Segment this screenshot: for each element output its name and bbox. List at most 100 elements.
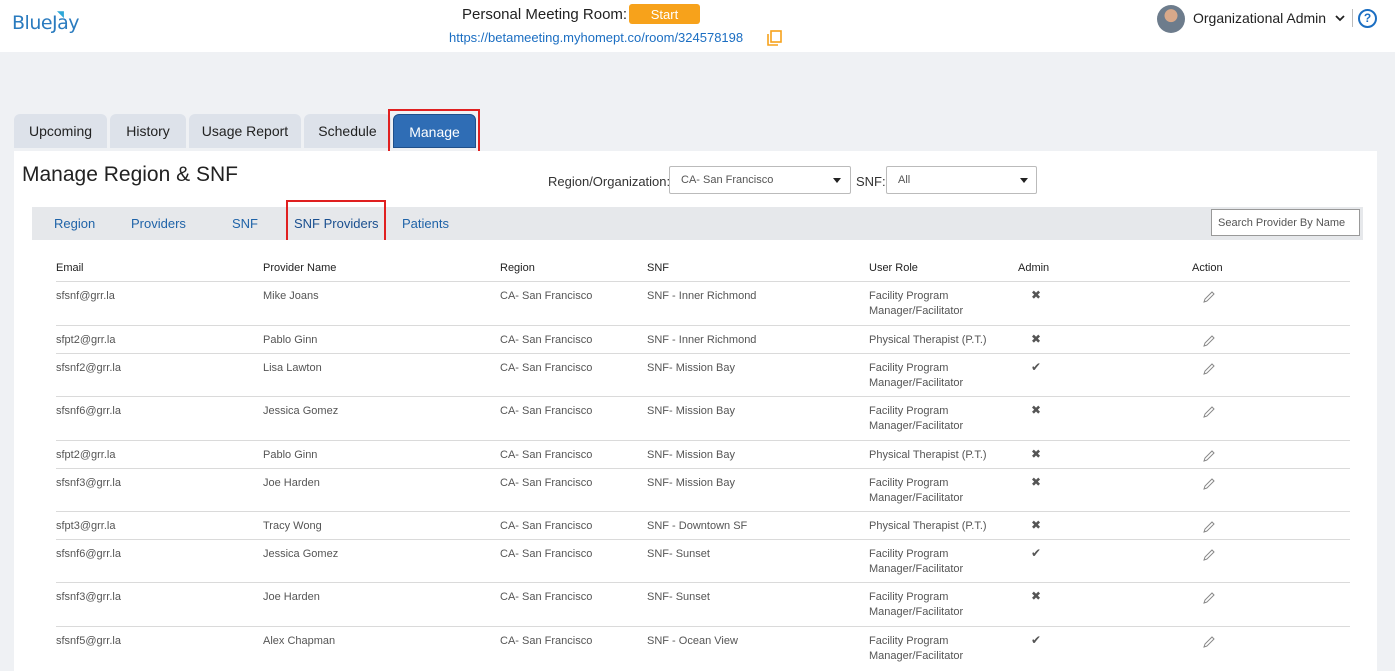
subtab-providers[interactable]: Providers: [131, 216, 186, 231]
admin-cross-icon: ✖: [1030, 589, 1042, 603]
region-cell: CA- San Francisco: [500, 635, 593, 647]
column-header-action: Action: [1192, 262, 1223, 274]
admin-cross-icon: ✖: [1030, 518, 1042, 532]
region-cell: CA- San Francisco: [500, 405, 593, 417]
user-role-cell: Facility Program: [869, 290, 949, 302]
provider-name-cell: Jessica Gomez: [263, 405, 339, 417]
email-cell: sfsnf3@grr.la: [56, 477, 121, 489]
user-role-cell: Facility Program: [869, 477, 949, 489]
user-role-cell: Physical Therapist (P.T.): [869, 449, 987, 461]
column-header-region[interactable]: Region: [500, 262, 535, 274]
admin-check-icon: ✔: [1030, 633, 1042, 647]
subtab-region[interactable]: Region: [54, 216, 95, 231]
snf-cell: SNF- Sunset: [647, 591, 710, 603]
user-role-cell: Facility Program: [869, 635, 949, 647]
admin-cross-icon: ✖: [1030, 288, 1042, 302]
snf-cell: SNF - Downtown SF: [647, 520, 748, 532]
user-role-cell: Facility Program: [869, 405, 949, 417]
tab-upcoming[interactable]: Upcoming: [14, 114, 107, 148]
edit-pencil-icon[interactable]: [1202, 477, 1216, 491]
user-role-cell: Physical Therapist (P.T.): [869, 334, 987, 346]
provider-name-cell: Lisa Lawton: [263, 362, 322, 374]
user-role-cell: Manager/Facilitator: [869, 377, 964, 389]
column-header-provider-name[interactable]: Provider Name: [263, 262, 336, 274]
admin-cross-icon: ✖: [1030, 332, 1042, 346]
copy-icon[interactable]: [767, 30, 782, 46]
email-cell: sfpt3@grr.la: [56, 520, 116, 532]
admin-cross-icon: ✖: [1030, 447, 1042, 461]
edit-pencil-icon[interactable]: [1202, 449, 1216, 463]
edit-pencil-icon[interactable]: [1202, 334, 1216, 348]
snf-cell: SNF- Mission Bay: [647, 449, 736, 461]
provider-name-cell: Joe Harden: [263, 477, 320, 489]
user-role-cell: Facility Program: [869, 548, 949, 560]
user-role-cell: Manager/Facilitator: [869, 606, 964, 618]
email-cell: sfsnf2@grr.la: [56, 362, 121, 374]
personal-meeting-room-label: Personal Meeting Room:: [462, 6, 628, 23]
user-role-cell: Manager/Facilitator: [869, 492, 964, 504]
column-header-email[interactable]: Email: [56, 262, 84, 274]
edit-pencil-icon[interactable]: [1202, 548, 1216, 562]
region-cell: CA- San Francisco: [500, 591, 593, 603]
edit-pencil-icon[interactable]: [1202, 290, 1216, 304]
region-cell: CA- San Francisco: [500, 520, 593, 532]
email-cell: sfsnf6@grr.la: [56, 548, 121, 560]
snf-select[interactable]: All: [886, 166, 1037, 194]
email-cell: sfsnf3@grr.la: [56, 591, 121, 603]
email-cell: sfsnf5@grr.la: [56, 635, 121, 647]
edit-pencil-icon[interactable]: [1202, 405, 1216, 419]
provider-name-cell: Jessica Gomez: [263, 548, 339, 560]
start-meeting-button[interactable]: Start: [629, 4, 700, 24]
region-filter-label: Region/Organization:: [548, 174, 671, 189]
top-header: BlueJay ◥ Personal Meeting Room: Start ht…: [0, 0, 1395, 52]
highlight-box-manage: [388, 109, 480, 154]
edit-pencil-icon[interactable]: [1202, 520, 1216, 534]
caret-down-icon: [833, 178, 841, 183]
admin-cross-icon: ✖: [1030, 475, 1042, 489]
subtab-patients[interactable]: Patients: [402, 216, 449, 231]
email-cell: sfsnf6@grr.la: [56, 405, 121, 417]
bird-icon: ◥: [57, 10, 64, 20]
user-role-cell: Physical Therapist (P.T.): [869, 520, 987, 532]
snf-cell: SNF- Mission Bay: [647, 477, 736, 489]
user-role-cell: Facility Program: [869, 591, 949, 603]
tab-history[interactable]: History: [110, 114, 186, 148]
provider-name-cell: Mike Joans: [263, 290, 319, 302]
provider-name-cell: Joe Harden: [263, 591, 320, 603]
snf-filter-label: SNF:: [856, 174, 886, 189]
caret-down-icon: [1020, 178, 1028, 183]
user-avatar[interactable]: [1157, 5, 1185, 33]
user-role-cell: Manager/Facilitator: [869, 563, 964, 575]
edit-pencil-icon[interactable]: [1202, 591, 1216, 605]
region-cell: CA- San Francisco: [500, 334, 593, 346]
tab-usage-report[interactable]: Usage Report: [189, 114, 301, 148]
provider-name-cell: Alex Chapman: [263, 635, 336, 647]
page-title: Manage Region & SNF: [22, 163, 238, 186]
header-divider: [1352, 9, 1353, 27]
column-header-admin[interactable]: Admin: [1018, 262, 1049, 274]
admin-cross-icon: ✖: [1030, 403, 1042, 417]
region-cell: CA- San Francisco: [500, 449, 593, 461]
bluejay-logo[interactable]: BlueJay ◥: [12, 10, 80, 35]
snf-cell: SNF- Sunset: [647, 548, 710, 560]
region-cell: CA- San Francisco: [500, 290, 593, 302]
edit-pencil-icon[interactable]: [1202, 362, 1216, 376]
snf-cell: SNF - Inner Richmond: [647, 334, 757, 346]
help-icon[interactable]: ?: [1358, 9, 1377, 28]
provider-name-cell: Tracy Wong: [263, 520, 322, 532]
edit-pencil-icon[interactable]: [1202, 635, 1216, 649]
snf-cell: SNF- Mission Bay: [647, 405, 736, 417]
column-header-user-role[interactable]: User Role: [869, 262, 918, 274]
tab-schedule[interactable]: Schedule: [304, 114, 391, 148]
search-provider-input[interactable]: [1211, 209, 1360, 236]
column-header-snf[interactable]: SNF: [647, 262, 669, 274]
user-role-menu[interactable]: Organizational Admin: [1193, 10, 1326, 26]
user-role-cell: Facility Program: [869, 362, 949, 374]
email-cell: sfpt2@grr.la: [56, 334, 116, 346]
user-role-cell: Manager/Facilitator: [869, 420, 964, 432]
snf-cell: SNF- Mission Bay: [647, 362, 736, 374]
region-select[interactable]: CA- San Francisco: [669, 166, 851, 194]
room-url-link[interactable]: https://betameeting.myhomept.co/room/324…: [449, 30, 743, 45]
subtab-snf[interactable]: SNF: [232, 216, 258, 231]
chevron-down-icon[interactable]: [1335, 13, 1345, 23]
